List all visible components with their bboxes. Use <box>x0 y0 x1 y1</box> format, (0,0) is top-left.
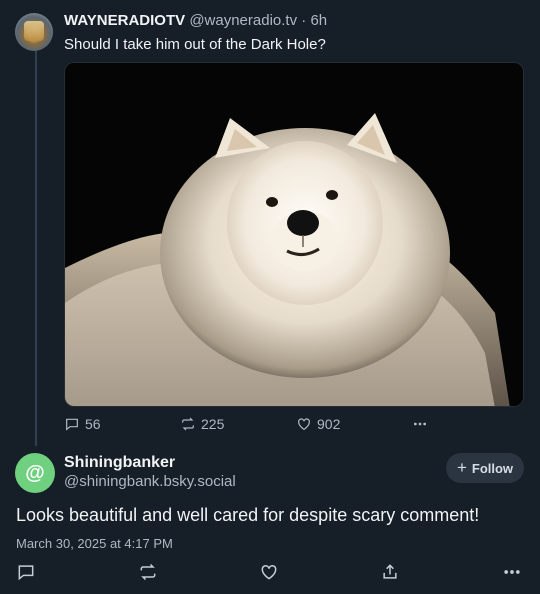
post-text: Should I take him out of the Dark Hole? <box>64 36 326 53</box>
like-button[interactable]: 902 <box>296 416 340 432</box>
share-icon <box>383 564 397 579</box>
follow-label: Follow <box>471 460 514 476</box>
author-handle[interactable]: @shiningbank.bsky.social <box>64 473 236 490</box>
reply-button[interactable] <box>16 562 36 582</box>
more-icon <box>413 422 427 426</box>
post-age[interactable]: 6h <box>310 12 327 29</box>
reply-icon <box>18 565 34 581</box>
more-icon <box>504 570 520 574</box>
author-name[interactable]: WAYNERADIOTV <box>64 12 185 29</box>
post-header: WAYNERADIOTV @wayneradio.tv · 6h <box>64 12 327 29</box>
thread-line <box>35 50 37 446</box>
more-button[interactable] <box>502 562 522 582</box>
reply-text: Looks beautiful and well cared for despi… <box>16 505 480 525</box>
reply-icon <box>66 418 78 431</box>
author-name[interactable]: Shiningbanker <box>64 454 175 472</box>
like-button[interactable] <box>259 562 279 582</box>
like-icon <box>261 564 277 580</box>
post-image[interactable] <box>64 62 524 407</box>
author-handle[interactable]: @wayneradio.tv <box>189 12 297 29</box>
timestamp[interactable]: March 30, 2025 at 4:17 PM <box>16 536 173 551</box>
follow-button[interactable]: + Follow <box>446 453 524 483</box>
separator: · <box>301 12 307 29</box>
plus-icon: + <box>456 458 467 477</box>
reply-actions <box>0 562 540 582</box>
repost-icon <box>140 563 156 581</box>
avatar-symbol: @ <box>25 462 45 484</box>
reply-button[interactable]: 56 <box>64 416 101 432</box>
like-icon <box>298 418 310 431</box>
share-button[interactable] <box>380 562 400 582</box>
more-button[interactable] <box>412 416 428 432</box>
repost-button[interactable] <box>138 562 158 582</box>
avatar[interactable] <box>15 13 53 51</box>
reply-count: 56 <box>85 416 101 432</box>
repost-button[interactable]: 225 <box>180 416 224 432</box>
post-actions: 56 225 902 <box>64 416 524 434</box>
like-count: 902 <box>317 416 341 432</box>
avatar[interactable]: @ <box>15 453 55 493</box>
repost-icon <box>182 417 194 431</box>
repost-count: 225 <box>201 416 225 432</box>
